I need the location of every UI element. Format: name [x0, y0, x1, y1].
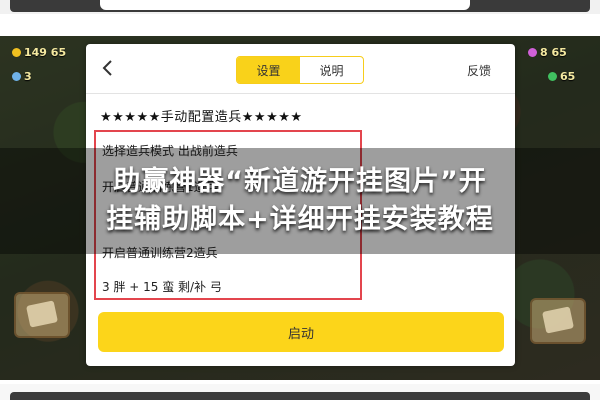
title-banner: 助赢神器“新道游开挂图片”开 挂辅助脚本+详细开挂安装教程	[0, 148, 600, 254]
feedback-link[interactable]: 反馈	[467, 62, 491, 79]
elixir-counter: 8 65	[528, 46, 567, 59]
start-button[interactable]: 启动	[98, 312, 504, 352]
gem-counter: 65	[548, 70, 575, 83]
panel-header: 设置 说明 反馈	[86, 44, 515, 94]
back-arrow-icon[interactable]	[98, 58, 118, 78]
gold-value: 149 65	[24, 46, 67, 59]
gold-counter: 149 65	[12, 46, 66, 59]
banner-line-1: 助赢神器“新道游开挂图片”开	[113, 166, 487, 197]
tab-instructions[interactable]: 说明	[300, 57, 363, 83]
config-title: ★★★★★手动配置造兵★★★★★	[100, 110, 303, 125]
level-icon	[12, 72, 21, 81]
previous-screenshot-edge	[0, 0, 600, 14]
gold-icon	[12, 48, 21, 57]
elixir-icon	[528, 48, 537, 57]
next-screenshot-edge	[0, 384, 600, 400]
level-counter: 3	[12, 70, 32, 83]
level-value: 3	[24, 70, 32, 83]
troops-button[interactable]	[530, 298, 586, 344]
banner-line-2: 挂辅助脚本+详细开挂安装教程	[106, 204, 494, 235]
gem-value: 65	[560, 70, 576, 83]
troop-count-row[interactable]: 3 胖 + 15 蛮 剩/补 弓	[102, 278, 222, 295]
tab-group: 设置 说明	[236, 56, 364, 84]
gem-icon	[548, 72, 557, 81]
next-screenshot-bar	[10, 392, 590, 400]
tab-settings[interactable]: 设置	[237, 57, 300, 83]
map-button[interactable]	[14, 292, 70, 338]
elixir-value: 8 65	[540, 46, 567, 59]
previous-screenshot-panel	[100, 0, 470, 10]
